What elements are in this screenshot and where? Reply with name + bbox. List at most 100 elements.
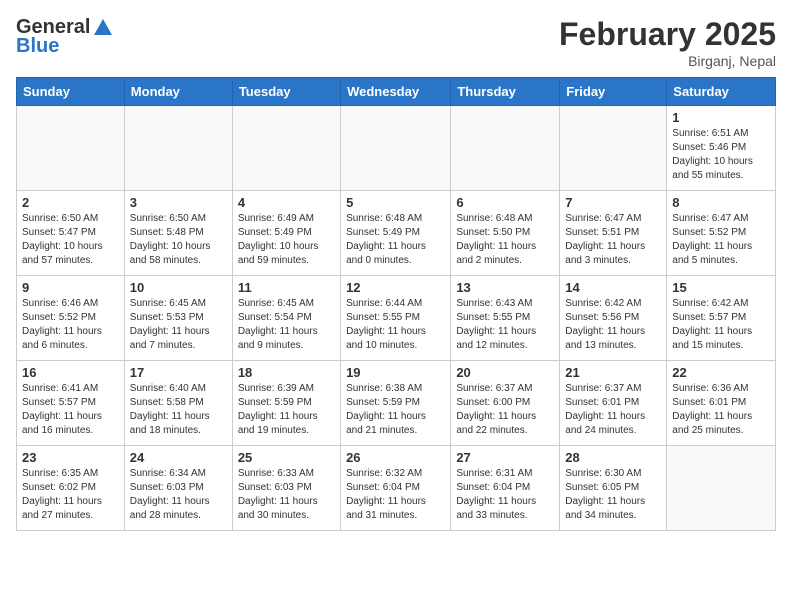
day-info: Sunrise: 6:48 AM Sunset: 5:49 PM Dayligh… — [346, 212, 445, 268]
day-info: Sunrise: 6:40 AM Sunset: 5:58 PM Dayligh… — [130, 382, 227, 438]
day-info: Sunrise: 6:33 AM Sunset: 6:03 PM Dayligh… — [238, 467, 335, 523]
day-info: Sunrise: 6:49 AM Sunset: 5:49 PM Dayligh… — [238, 212, 335, 268]
calendar-week-row: 1 Sunrise: 6:51 AM Sunset: 5:46 PM Daylig… — [17, 106, 776, 191]
day-info: Sunrise: 6:35 AM Sunset: 6:02 PM Dayligh… — [22, 467, 119, 523]
day-number: 26 — [346, 450, 445, 465]
day-number: 25 — [238, 450, 335, 465]
day-number: 10 — [130, 280, 227, 295]
day-info: Sunrise: 6:51 AM Sunset: 5:46 PM Dayligh… — [672, 127, 770, 183]
day-info: Sunrise: 6:42 AM Sunset: 5:56 PM Dayligh… — [565, 297, 661, 353]
day-info: Sunrise: 6:37 AM Sunset: 6:00 PM Dayligh… — [456, 382, 554, 438]
logo-blue-text: Blue — [16, 35, 59, 58]
calendar-week-row: 2 Sunrise: 6:50 AM Sunset: 5:47 PM Daylig… — [17, 191, 776, 276]
calendar-cell — [124, 106, 232, 191]
calendar-cell — [17, 106, 125, 191]
day-number: 3 — [130, 195, 227, 210]
day-number: 1 — [672, 110, 770, 125]
calendar-week-row: 16 Sunrise: 6:41 AM Sunset: 5:57 PM Dayli… — [17, 361, 776, 446]
day-info: Sunrise: 6:37 AM Sunset: 6:01 PM Dayligh… — [565, 382, 661, 438]
location-subtitle: Birganj, Nepal — [559, 53, 776, 69]
logo: General Blue — [16, 16, 114, 58]
calendar-cell: 1 Sunrise: 6:51 AM Sunset: 5:46 PM Daylig… — [667, 106, 776, 191]
day-number: 20 — [456, 365, 554, 380]
calendar-cell: 24 Sunrise: 6:34 AM Sunset: 6:03 PM Dayli… — [124, 446, 232, 531]
calendar-cell: 20 Sunrise: 6:37 AM Sunset: 6:00 PM Dayli… — [451, 361, 560, 446]
calendar-cell: 2 Sunrise: 6:50 AM Sunset: 5:47 PM Daylig… — [17, 191, 125, 276]
day-info: Sunrise: 6:50 AM Sunset: 5:47 PM Dayligh… — [22, 212, 119, 268]
day-number: 17 — [130, 365, 227, 380]
day-number: 12 — [346, 280, 445, 295]
calendar-cell — [560, 106, 667, 191]
calendar-cell: 13 Sunrise: 6:43 AM Sunset: 5:55 PM Dayli… — [451, 276, 560, 361]
day-number: 6 — [456, 195, 554, 210]
day-number: 2 — [22, 195, 119, 210]
day-of-week-header: Sunday — [17, 78, 125, 106]
calendar-week-row: 23 Sunrise: 6:35 AM Sunset: 6:02 PM Dayli… — [17, 446, 776, 531]
day-of-week-header: Tuesday — [232, 78, 340, 106]
day-number: 8 — [672, 195, 770, 210]
calendar-cell: 23 Sunrise: 6:35 AM Sunset: 6:02 PM Dayli… — [17, 446, 125, 531]
calendar-cell: 3 Sunrise: 6:50 AM Sunset: 5:48 PM Daylig… — [124, 191, 232, 276]
day-number: 14 — [565, 280, 661, 295]
day-number: 5 — [346, 195, 445, 210]
calendar-table: SundayMondayTuesdayWednesdayThursdayFrid… — [16, 77, 776, 531]
month-year-title: February 2025 — [559, 16, 776, 53]
day-number: 23 — [22, 450, 119, 465]
day-number: 18 — [238, 365, 335, 380]
day-number: 16 — [22, 365, 119, 380]
day-number: 24 — [130, 450, 227, 465]
calendar-cell: 22 Sunrise: 6:36 AM Sunset: 6:01 PM Dayli… — [667, 361, 776, 446]
calendar-cell: 12 Sunrise: 6:44 AM Sunset: 5:55 PM Dayli… — [341, 276, 451, 361]
day-of-week-header: Wednesday — [341, 78, 451, 106]
logo-icon — [92, 17, 114, 39]
calendar-cell: 9 Sunrise: 6:46 AM Sunset: 5:52 PM Daylig… — [17, 276, 125, 361]
day-info: Sunrise: 6:34 AM Sunset: 6:03 PM Dayligh… — [130, 467, 227, 523]
calendar-cell: 21Sunrise: 6:37 AM Sunset: 6:01 PM Dayli… — [560, 361, 667, 446]
day-number: 9 — [22, 280, 119, 295]
calendar-cell: 5 Sunrise: 6:48 AM Sunset: 5:49 PM Daylig… — [341, 191, 451, 276]
day-info: Sunrise: 6:47 AM Sunset: 5:51 PM Dayligh… — [565, 212, 661, 268]
calendar-cell: 25 Sunrise: 6:33 AM Sunset: 6:03 PM Dayli… — [232, 446, 340, 531]
day-info: Sunrise: 6:45 AM Sunset: 5:53 PM Dayligh… — [130, 297, 227, 353]
day-number: 13 — [456, 280, 554, 295]
day-info: Sunrise: 6:44 AM Sunset: 5:55 PM Dayligh… — [346, 297, 445, 353]
calendar-cell: 10 Sunrise: 6:45 AM Sunset: 5:53 PM Dayli… — [124, 276, 232, 361]
calendar-cell: 6Sunrise: 6:48 AM Sunset: 5:50 PM Daylig… — [451, 191, 560, 276]
day-number: 28 — [565, 450, 661, 465]
calendar-cell: 19Sunrise: 6:38 AM Sunset: 5:59 PM Dayli… — [341, 361, 451, 446]
day-of-week-header: Thursday — [451, 78, 560, 106]
day-info: Sunrise: 6:41 AM Sunset: 5:57 PM Dayligh… — [22, 382, 119, 438]
day-info: Sunrise: 6:31 AM Sunset: 6:04 PM Dayligh… — [456, 467, 554, 523]
day-info: Sunrise: 6:32 AM Sunset: 6:04 PM Dayligh… — [346, 467, 445, 523]
day-number: 19 — [346, 365, 445, 380]
calendar-cell — [232, 106, 340, 191]
day-number: 4 — [238, 195, 335, 210]
calendar-cell: 14 Sunrise: 6:42 AM Sunset: 5:56 PM Dayli… — [560, 276, 667, 361]
calendar-cell — [341, 106, 451, 191]
calendar-cell: 27Sunrise: 6:31 AM Sunset: 6:04 PM Dayli… — [451, 446, 560, 531]
day-number: 7 — [565, 195, 661, 210]
day-of-week-header: Monday — [124, 78, 232, 106]
day-info: Sunrise: 6:39 AM Sunset: 5:59 PM Dayligh… — [238, 382, 335, 438]
day-of-week-header: Friday — [560, 78, 667, 106]
day-number: 11 — [238, 280, 335, 295]
calendar-cell — [451, 106, 560, 191]
calendar-cell: 4 Sunrise: 6:49 AM Sunset: 5:49 PM Daylig… — [232, 191, 340, 276]
day-of-week-header: Saturday — [667, 78, 776, 106]
day-info: Sunrise: 6:43 AM Sunset: 5:55 PM Dayligh… — [456, 297, 554, 353]
calendar-week-row: 9 Sunrise: 6:46 AM Sunset: 5:52 PM Daylig… — [17, 276, 776, 361]
calendar-cell: 7 Sunrise: 6:47 AM Sunset: 5:51 PM Daylig… — [560, 191, 667, 276]
day-info: Sunrise: 6:46 AM Sunset: 5:52 PM Dayligh… — [22, 297, 119, 353]
calendar-cell: 18 Sunrise: 6:39 AM Sunset: 5:59 PM Dayli… — [232, 361, 340, 446]
day-info: Sunrise: 6:50 AM Sunset: 5:48 PM Dayligh… — [130, 212, 227, 268]
calendar-cell: 26 Sunrise: 6:32 AM Sunset: 6:04 PM Dayli… — [341, 446, 451, 531]
calendar-cell: 17 Sunrise: 6:40 AM Sunset: 5:58 PM Dayli… — [124, 361, 232, 446]
calendar-header-row: SundayMondayTuesdayWednesdayThursdayFrid… — [17, 78, 776, 106]
day-info: Sunrise: 6:47 AM Sunset: 5:52 PM Dayligh… — [672, 212, 770, 268]
calendar-cell: 28 Sunrise: 6:30 AM Sunset: 6:05 PM Dayli… — [560, 446, 667, 531]
day-info: Sunrise: 6:36 AM Sunset: 6:01 PM Dayligh… — [672, 382, 770, 438]
day-info: Sunrise: 6:30 AM Sunset: 6:05 PM Dayligh… — [565, 467, 661, 523]
calendar-cell: 15Sunrise: 6:42 AM Sunset: 5:57 PM Dayli… — [667, 276, 776, 361]
title-block: February 2025 Birganj, Nepal — [559, 16, 776, 69]
day-number: 22 — [672, 365, 770, 380]
